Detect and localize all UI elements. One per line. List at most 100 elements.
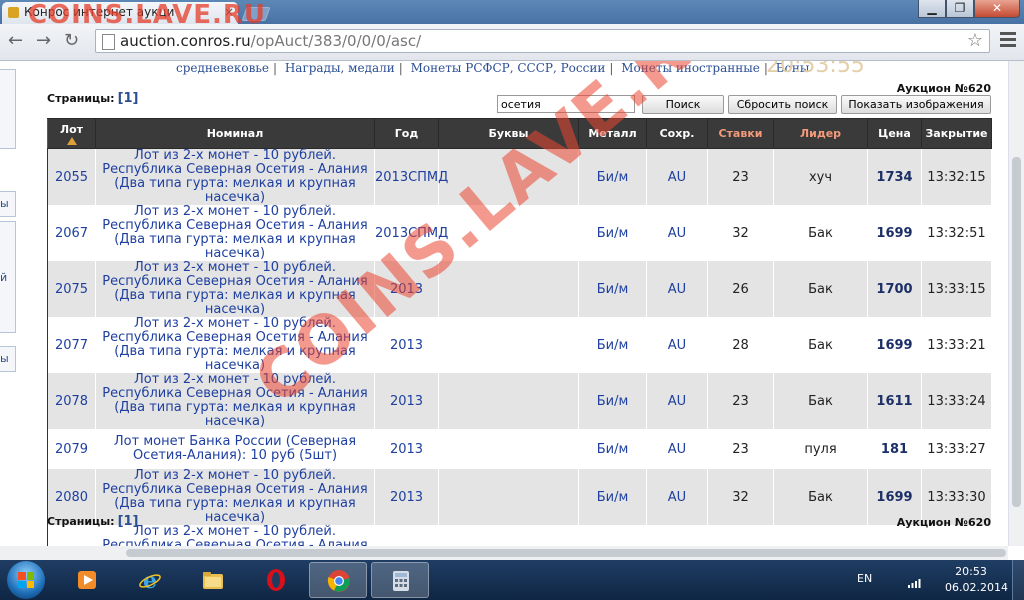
col-header-year[interactable]: Год	[374, 118, 439, 149]
nominal-link[interactable]: Лот из 2-х монет - 10 рублей. Республика…	[95, 373, 375, 429]
metal-link[interactable]: Би/м	[578, 205, 647, 261]
vertical-scroll-thumb[interactable]	[1012, 157, 1021, 507]
col-header-metal[interactable]: Металл	[578, 118, 647, 149]
year-link[interactable]: 2013СПМД	[374, 148, 448, 205]
reset-search-button[interactable]: Сбросить поиск	[728, 95, 837, 114]
nominal-link[interactable]: Лот из 2-х монет - 10 рублей. Республика…	[95, 317, 375, 373]
category-link[interactable]: Монеты РСФСР, СССР, России	[411, 61, 606, 75]
year-link[interactable]: 2013	[374, 261, 439, 317]
table-row: 2078 Лот из 2-х монет - 10 рублей. Респу…	[47, 373, 992, 429]
page-link[interactable]: [1]	[118, 91, 139, 106]
url-text[interactable]: auction.conros.ru/opAuct/383/0/0/0/asc/	[120, 32, 421, 50]
col-header-nominal[interactable]: Номинал	[95, 118, 375, 149]
lot-link[interactable]: 2080	[55, 490, 88, 505]
metal-link[interactable]: Би/м	[578, 261, 647, 317]
forward-arrow-icon[interactable]: →	[36, 30, 51, 51]
table-row: 2080 Лот из 2-х монет - 10 рублей. Респу…	[47, 469, 992, 525]
page-link[interactable]: [1]	[118, 514, 139, 529]
table-row: 2079 Лот монет Банка России (Северная Ос…	[47, 429, 992, 469]
nominal-link[interactable]: Лот из 2-х монет - 10 рублей. Республика…	[95, 148, 375, 205]
taskbar-media-player[interactable]	[58, 562, 116, 598]
col-header-price[interactable]: Цена	[867, 118, 922, 149]
bids-cell: 23	[707, 373, 774, 429]
nominal-link[interactable]: Лот из 2-х монет - 10 рублей. Республика…	[95, 205, 375, 261]
year-link[interactable]: 2013СПМД	[374, 205, 448, 261]
condition-link[interactable]: AU	[646, 373, 708, 429]
lot-link[interactable]: 2055	[55, 170, 88, 185]
pages-label: Страницы:	[47, 92, 115, 105]
server-clock: 20:53:55	[766, 61, 865, 78]
chrome-menu-icon[interactable]	[1000, 32, 1016, 50]
metal-link[interactable]: Би/м	[578, 525, 647, 546]
category-link[interactable]: средневековье	[176, 61, 269, 75]
col-header-letters[interactable]: Буквы	[438, 118, 579, 149]
col-header-closing[interactable]: Закрытие	[921, 118, 992, 149]
back-arrow-icon[interactable]: ←	[8, 30, 23, 51]
metal-link[interactable]: Би/м	[578, 429, 647, 469]
network-signal-icon[interactable]	[908, 576, 924, 588]
taskbar-opera[interactable]	[247, 562, 305, 598]
lot-link[interactable]: 2077	[55, 338, 88, 353]
condition-link[interactable]: AU	[646, 148, 708, 205]
calculator-icon	[393, 571, 409, 591]
condition-link[interactable]: AU	[646, 261, 708, 317]
closing-cell: 13:33:15	[921, 261, 992, 317]
lot-link[interactable]: 2079	[55, 442, 88, 457]
condition-link[interactable]: AU	[646, 469, 708, 525]
taskbar-internet-explorer[interactable]: e	[121, 562, 179, 598]
left-box-4[interactable]: ы	[0, 346, 16, 372]
bids-cell: 28	[707, 317, 774, 373]
year-link[interactable]: 2013	[374, 469, 439, 525]
left-box-3[interactable]: й	[0, 221, 16, 333]
maximize-button[interactable]: ❐	[946, 0, 974, 18]
horizontal-scroll-thumb[interactable]	[126, 549, 1006, 557]
bids-cell: 33	[707, 525, 774, 546]
start-button[interactable]	[7, 561, 45, 599]
condition-link[interactable]: AU	[646, 317, 708, 373]
table-row: 2081 Лот из 2-х монет - 10 рублей. Респу…	[47, 525, 992, 546]
leader-cell: Бак	[773, 469, 868, 525]
nominal-link[interactable]: Лот из 2-х монет - 10 рублей. Республика…	[95, 261, 375, 317]
close-button[interactable]: ✕	[974, 0, 1020, 18]
address-bar[interactable]: auction.conros.ru/opAuct/383/0/0/0/asc/ …	[95, 29, 990, 53]
show-desktop-button[interactable]	[1012, 560, 1024, 600]
minimize-button[interactable]: ▁	[918, 0, 946, 18]
show-images-button[interactable]: Показать изображения	[841, 95, 991, 114]
col-header-condition[interactable]: Сохр.	[646, 118, 708, 149]
year-link[interactable]: 2013	[374, 429, 439, 469]
lot-link[interactable]: 2078	[55, 394, 88, 409]
system-clock[interactable]: 20:53 06.02.2014	[945, 564, 1008, 596]
taskbar-calculator[interactable]	[371, 562, 429, 598]
left-box-1	[0, 69, 16, 149]
taskbar-chrome[interactable]	[309, 562, 367, 598]
nominal-link[interactable]: Лот монет Банка России (Северная Осетия-…	[95, 429, 375, 469]
col-header-bids[interactable]: Ставки	[707, 118, 774, 149]
year-link[interactable]: 2013	[374, 373, 439, 429]
condition-link[interactable]: AU	[646, 429, 708, 469]
col-header-lot[interactable]: Лот	[47, 118, 96, 149]
col-header-leader[interactable]: Лидер	[773, 118, 868, 149]
condition-link[interactable]: AU	[646, 205, 708, 261]
metal-link[interactable]: Би/м	[578, 469, 647, 525]
vertical-scrollbar[interactable]	[1008, 61, 1024, 546]
category-link[interactable]: Награды, медали	[285, 61, 395, 75]
metal-link[interactable]: Би/м	[578, 317, 647, 373]
condition-link[interactable]: AU	[646, 525, 708, 546]
windows-logo-icon	[18, 572, 34, 588]
internet-explorer-icon: e	[139, 568, 161, 592]
search-input[interactable]	[497, 95, 635, 113]
taskbar-file-explorer[interactable]	[184, 562, 242, 598]
year-link[interactable]: 2013	[374, 525, 439, 546]
bookmark-star-icon[interactable]: ☆	[967, 30, 983, 51]
lot-link[interactable]: 2075	[55, 282, 88, 297]
language-indicator[interactable]: EN	[857, 572, 872, 585]
left-box-2[interactable]: ы	[0, 191, 16, 217]
year-link[interactable]: 2013	[374, 317, 439, 373]
metal-link[interactable]: Би/м	[578, 148, 647, 205]
horizontal-scrollbar[interactable]	[0, 546, 1008, 560]
lot-link[interactable]: 2067	[55, 226, 88, 241]
metal-link[interactable]: Би/м	[578, 373, 647, 429]
category-link[interactable]: Монеты иностранные	[621, 61, 760, 75]
reload-icon[interactable]: ↻	[64, 30, 79, 51]
search-button[interactable]: Поиск	[642, 95, 724, 114]
